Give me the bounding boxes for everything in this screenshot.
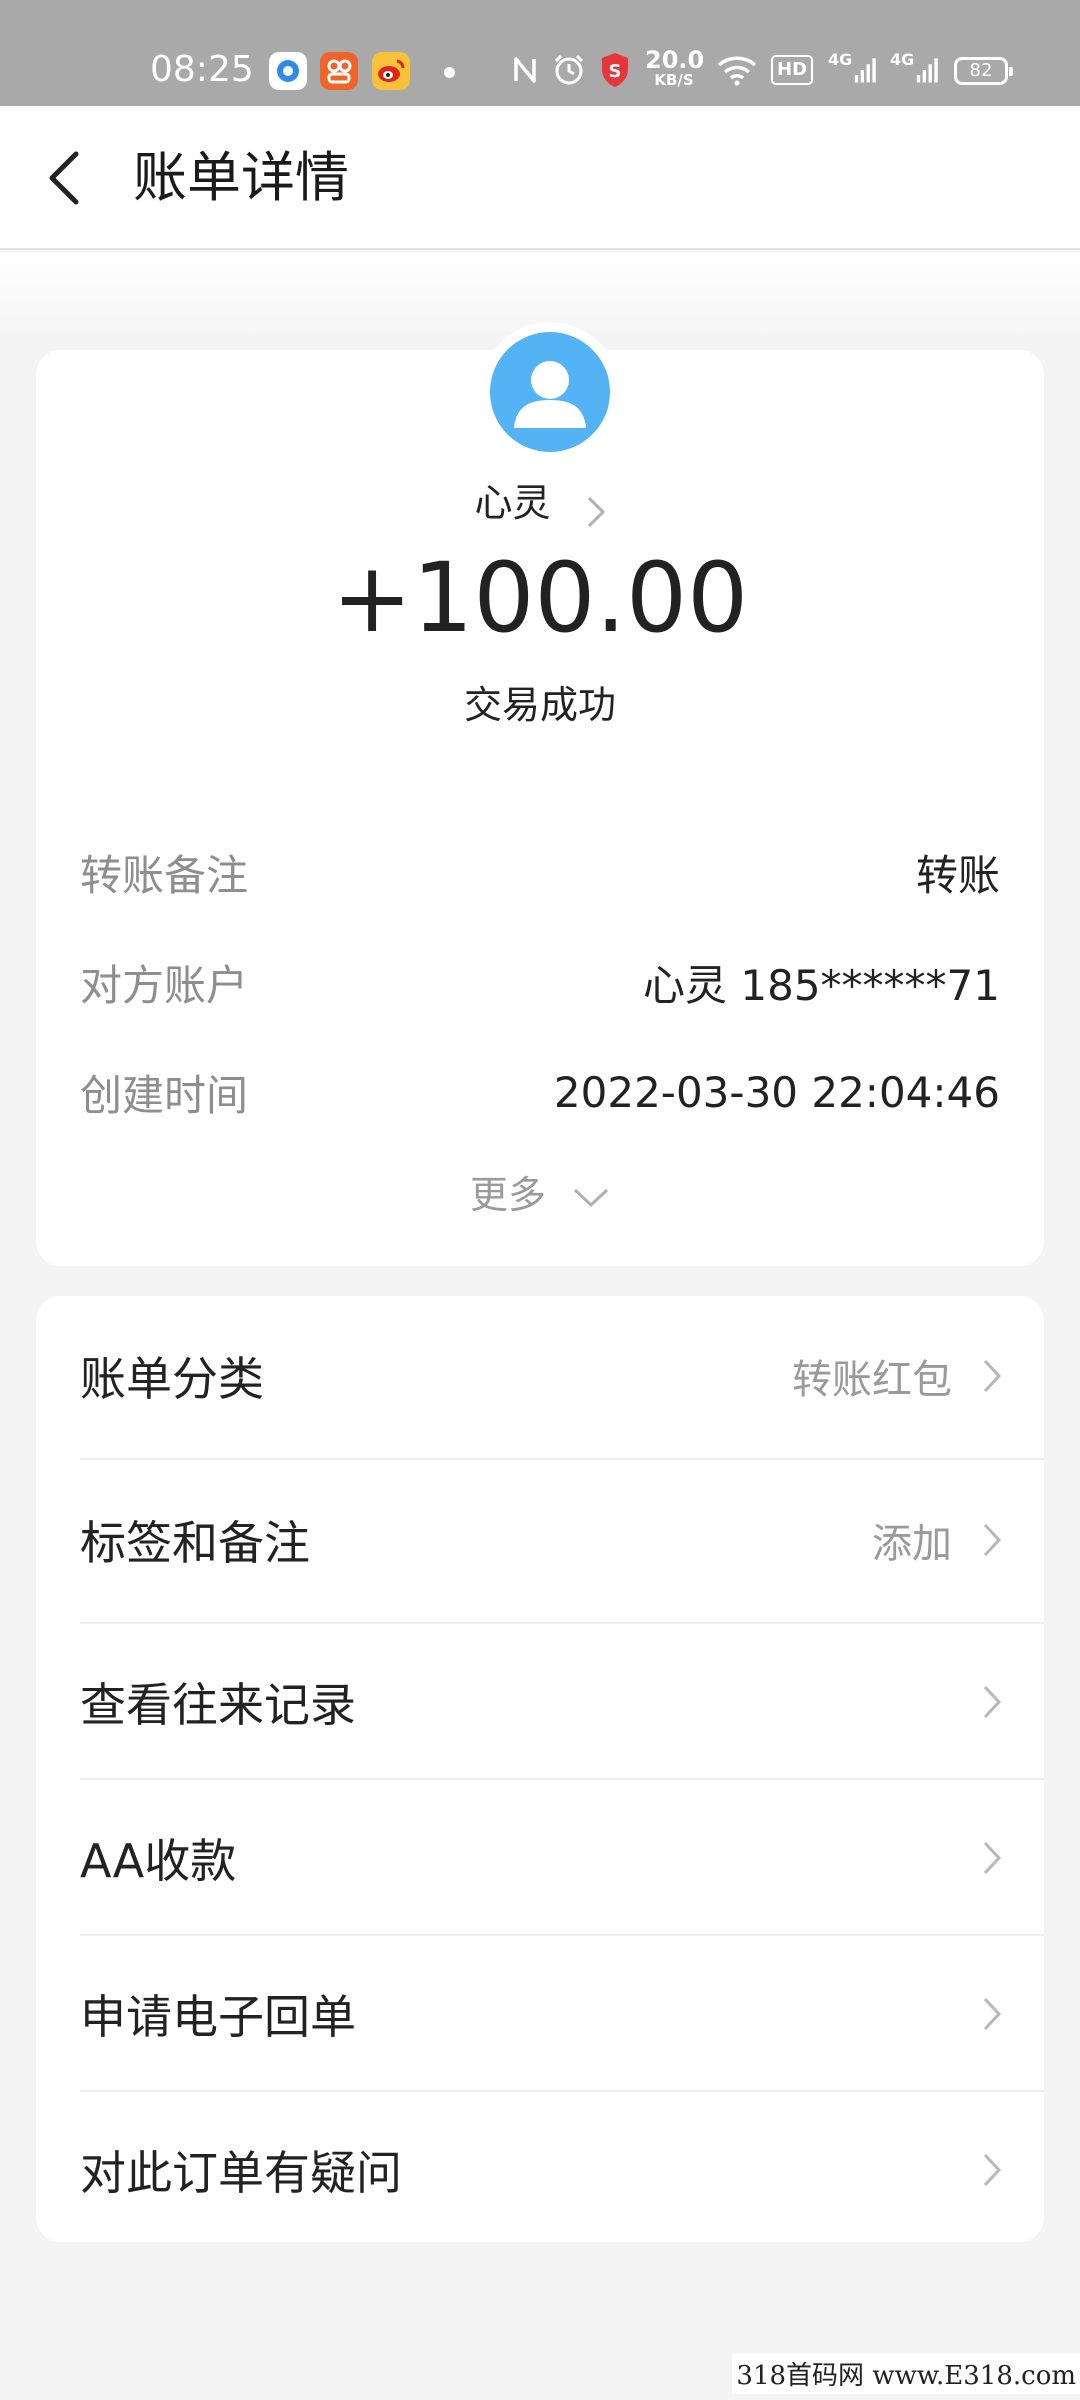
back-arrow-icon[interactable] — [42, 148, 88, 208]
amount: +100.00 — [331, 542, 749, 654]
shield-icon: S — [598, 50, 632, 90]
chevron-right-icon — [587, 496, 605, 527]
chevron-right-icon — [983, 1523, 1002, 1557]
detail-row-account: 对方账户 心灵 185******71 — [80, 960, 1000, 1010]
chevron-right-icon — [983, 1685, 1002, 1719]
payee-name: 心灵 — [474, 481, 551, 525]
weibo-icon — [372, 52, 410, 90]
bill-detail-page: 08:25 S 20.0 KB/S HD 4G 4G 82 账单详情 心灵 +1… — [0, 0, 1080, 2400]
alarm-icon — [552, 50, 586, 90]
network-speed: 20.0 KB/S — [645, 46, 705, 89]
list-item-tags-notes[interactable]: 标签和备注 添加 — [80, 1500, 1044, 1580]
watermark: 318首码网 www.E318.com — [732, 2353, 1080, 2394]
divider — [80, 1622, 1044, 1624]
more-button[interactable]: 更多 — [36, 1170, 1044, 1220]
svg-text:S: S — [609, 61, 622, 82]
payee-link[interactable]: 心灵 — [36, 478, 1044, 529]
divider — [80, 1458, 1044, 1460]
detail-row-created-time: 创建时间 2022-03-30 22:04:46 — [80, 1067, 1000, 1120]
divider — [80, 2090, 1044, 2092]
list-item-bill-category[interactable]: 账单分类 转账红包 — [80, 1336, 1044, 1416]
chevron-right-icon — [983, 1359, 1002, 1393]
page-title: 账单详情 — [133, 146, 349, 209]
list-item-aa-collection[interactable]: AA收款 — [80, 1818, 1044, 1898]
bill-summary-card: 心灵 +100.00 交易成功 转账备注 转账 对方账户 心灵 185*****… — [36, 322, 1044, 1266]
transaction-status: 交易成功 — [463, 683, 616, 727]
app-icon-orange — [320, 52, 358, 90]
battery-icon: 82 — [954, 57, 1013, 85]
chevron-right-icon — [983, 1997, 1002, 2031]
user-icon — [514, 361, 586, 428]
list-item-transaction-history[interactable]: 查看往来记录 — [80, 1662, 1044, 1742]
bill-options-card: 账单分类 转账红包 标签和备注 添加 查看往来记录 AA收款 申请电子回单 对此… — [36, 1296, 1044, 2242]
notification-dot — [444, 67, 455, 78]
chevron-down-icon — [574, 1188, 609, 1207]
detail-row-remark: 转账备注 转账 — [80, 850, 1000, 900]
list-item-e-receipt[interactable]: 申请电子回单 — [80, 1974, 1044, 2054]
nfc-icon — [510, 50, 540, 90]
divider — [80, 1778, 1044, 1780]
status-bar: 08:25 S 20.0 KB/S HD 4G 4G 82 — [0, 0, 1080, 106]
chevron-right-icon — [983, 1841, 1002, 1875]
avatar[interactable] — [480, 322, 620, 462]
chevron-right-icon — [983, 2153, 1002, 2187]
nav-bar: 账单详情 — [0, 106, 1080, 250]
wifi-icon — [716, 50, 758, 90]
list-item-order-question[interactable]: 对此订单有疑问 — [80, 2130, 1044, 2210]
divider — [80, 1934, 1044, 1936]
signal-icon: 4G — [828, 50, 876, 90]
status-time: 08:25 — [150, 49, 254, 90]
app-icon-blue — [269, 52, 307, 90]
signal-icon-2: 4G — [890, 50, 938, 90]
hd-icon: HD — [771, 50, 814, 90]
